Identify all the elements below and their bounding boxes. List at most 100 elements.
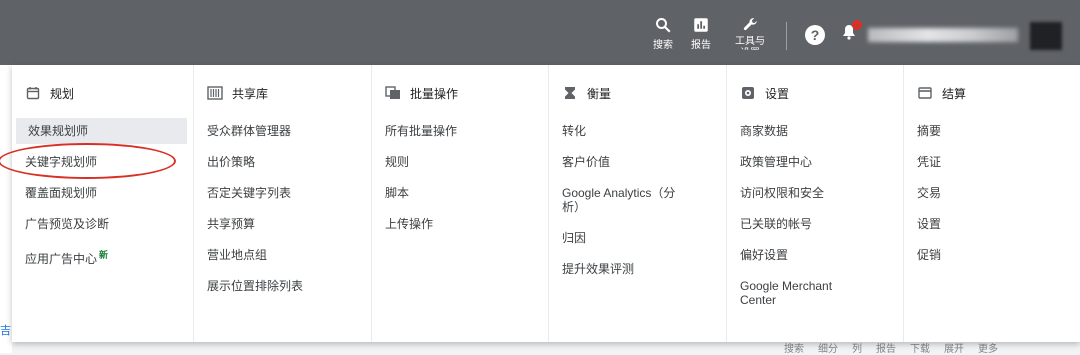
column-header: 设置 <box>727 80 903 106</box>
menu-item-label: 营业地点组 <box>207 248 268 262</box>
menu-item-label: 覆盖面规划师 <box>25 186 98 200</box>
reports-icon <box>694 18 708 32</box>
menu-item-label: 促销 <box>917 248 942 262</box>
column-title: 结算 <box>942 86 967 101</box>
wrench-icon <box>743 18 757 31</box>
column-planning: 规划 效果规划师 关键字规划师 覆盖面规划师 广告预览及诊断 应用广告中心新 <box>0 65 193 342</box>
reports-button[interactable]: 报告 <box>691 16 711 51</box>
menu-item-placement-exclusion-lists[interactable]: 展示位置排除列表 <box>194 273 371 299</box>
menu-item-label: 脚本 <box>385 186 410 200</box>
menu-item-summary[interactable]: 摘要 <box>904 118 1080 144</box>
menu-item-label: Google Merchant Center <box>740 279 833 307</box>
tools-menu-panel: 规划 效果规划师 关键字规划师 覆盖面规划师 广告预览及诊断 应用广告中心新 共… <box>0 65 1080 342</box>
menu-item-label: 访问权限和安全 <box>740 186 825 200</box>
search-button[interactable]: 搜索 <box>653 16 673 51</box>
column-measurement: 衡量 转化 客户价值 Google Analytics（分析） 归因 提升效果评… <box>548 65 726 342</box>
menu-item-rules[interactable]: 规则 <box>372 149 548 175</box>
menu-item-label: 展示位置排除列表 <box>207 279 304 293</box>
menu-item-label: 摘要 <box>917 124 942 138</box>
menu-item-customer-value[interactable]: 客户价值 <box>549 149 726 175</box>
menu-item-label: 转化 <box>562 124 587 138</box>
menu-item-google-merchant-center[interactable]: Google Merchant Center <box>727 273 903 313</box>
menu-item-scripts[interactable]: 脚本 <box>372 180 548 206</box>
menu-item-label: 广告预览及诊断 <box>25 217 110 231</box>
column-shared-library: 共享库 受众群体管理器 出价策略 否定关键字列表 共享预算 营业地点组 展示位置… <box>193 65 371 342</box>
column-title: 批量操作 <box>410 86 459 101</box>
topbar-divider <box>786 22 787 50</box>
menu-item-label: 设置 <box>917 217 942 231</box>
menu-item-label: 客户价值 <box>562 155 611 169</box>
menu-item-ad-preview[interactable]: 广告预览及诊断 <box>12 211 193 237</box>
menu-item-label: 出价策略 <box>207 155 256 169</box>
menu-item-keyword-planner[interactable]: 关键字规划师 <box>12 149 193 175</box>
menu-item-business-data[interactable]: 商家数据 <box>727 118 903 144</box>
menu-item-promotions[interactable]: 促销 <box>904 242 1080 268</box>
menu-item-transactions[interactable]: 交易 <box>904 180 1080 206</box>
background-link[interactable]: 吉 <box>0 322 11 338</box>
library-icon <box>207 85 223 101</box>
menu-item-label: 上传操作 <box>385 217 434 231</box>
column-title: 衡量 <box>587 86 612 101</box>
menu-item-label: 提升效果评测 <box>562 262 635 276</box>
column-title: 共享库 <box>232 86 269 101</box>
reports-label: 报告 <box>691 40 711 51</box>
menu-item-label: 否定关键字列表 <box>207 186 292 200</box>
column-header: 规划 <box>12 80 193 106</box>
menu-item-google-analytics[interactable]: Google Analytics（分析） <box>549 180 726 220</box>
billing-icon <box>917 85 933 101</box>
menu-item-attribution[interactable]: 归因 <box>549 225 726 251</box>
column-bulk-actions: 批量操作 所有批量操作 规则 脚本 上传操作 <box>371 65 548 342</box>
hourglass-icon <box>562 85 578 101</box>
avatar[interactable] <box>1030 22 1062 50</box>
menu-item-label: 效果规划师 <box>28 124 89 138</box>
menu-item-audience-manager[interactable]: 受众群体管理器 <box>194 118 371 144</box>
calendar-icon <box>25 85 41 101</box>
menu-item-lift-measurement[interactable]: 提升效果评测 <box>549 256 726 282</box>
column-header: 共享库 <box>194 80 371 106</box>
menu-item-label: 凭证 <box>917 155 942 169</box>
new-badge: 新 <box>99 250 109 260</box>
menu-item-conversions[interactable]: 转化 <box>549 118 726 144</box>
menu-item-label: 共享预算 <box>207 217 256 231</box>
copy-icon <box>385 85 401 101</box>
menu-item-preferences[interactable]: 偏好设置 <box>727 242 903 268</box>
account-info[interactable] <box>868 28 1018 42</box>
menu-item-label: 归因 <box>562 231 587 245</box>
column-header: 衡量 <box>549 80 726 106</box>
menu-item-label: 商家数据 <box>740 124 789 138</box>
menu-item-shared-budgets[interactable]: 共享预算 <box>194 211 371 237</box>
notification-dot <box>852 20 862 30</box>
tools-button[interactable]: 工具与 设置 <box>735 16 765 50</box>
menu-item-label: 政策管理中心 <box>740 155 813 169</box>
column-title: 设置 <box>765 86 790 101</box>
menu-item-uploads[interactable]: 上传操作 <box>372 211 548 237</box>
settings-icon <box>740 85 756 101</box>
column-header: 结算 <box>904 80 1080 106</box>
menu-item-linked-accounts[interactable]: 已关联的帐号 <box>727 211 903 237</box>
menu-item-access-security[interactable]: 访问权限和安全 <box>727 180 903 206</box>
menu-item-label: Google Analytics（分析） <box>562 186 676 214</box>
menu-item-reach-planner[interactable]: 覆盖面规划师 <box>12 180 193 206</box>
menu-item-label: 规则 <box>385 155 410 169</box>
column-setup: 设置 商家数据 政策管理中心 访问权限和安全 已关联的帐号 偏好设置 Googl… <box>726 65 903 342</box>
menu-item-all-bulk-actions[interactable]: 所有批量操作 <box>372 118 548 144</box>
menu-item-location-groups[interactable]: 营业地点组 <box>194 242 371 268</box>
search-icon <box>656 18 671 33</box>
top-bar: 搜索 报告 工具与 设置 ? <box>0 0 1080 65</box>
tools-label: 工具与 设置 <box>735 36 765 50</box>
menu-item-label: 受众群体管理器 <box>207 124 292 138</box>
menu-item-documents[interactable]: 凭证 <box>904 149 1080 175</box>
menu-item-label: 所有批量操作 <box>385 124 458 138</box>
menu-item-billing-settings[interactable]: 设置 <box>904 211 1080 237</box>
menu-item-negative-keyword-lists[interactable]: 否定关键字列表 <box>194 180 371 206</box>
column-header: 批量操作 <box>372 80 548 106</box>
menu-item-label: 已关联的帐号 <box>740 217 813 231</box>
menu-item-label: 交易 <box>917 186 942 200</box>
menu-item-performance-planner[interactable]: 效果规划师 <box>16 118 187 144</box>
menu-item-label: 应用广告中心 <box>25 252 98 266</box>
menu-item-app-ads-hub[interactable]: 应用广告中心新 <box>12 242 193 272</box>
help-icon[interactable]: ? <box>805 25 825 45</box>
menu-item-policy-manager[interactable]: 政策管理中心 <box>727 149 903 175</box>
menu-item-bid-strategies[interactable]: 出价策略 <box>194 149 371 175</box>
menu-item-label: 偏好设置 <box>740 248 789 262</box>
